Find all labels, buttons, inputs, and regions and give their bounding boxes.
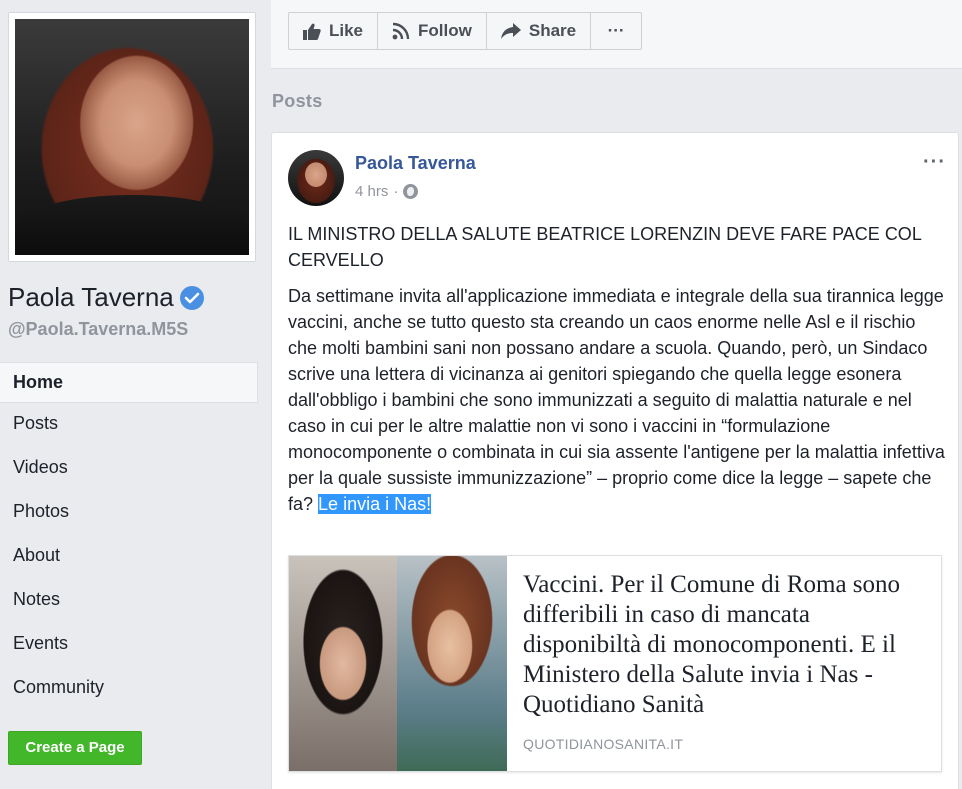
posts-heading: Posts	[272, 91, 323, 111]
nav-item-photos[interactable]: Photos	[0, 491, 258, 535]
post-author-link[interactable]: Paola Taverna	[355, 153, 476, 174]
post-text: Da settimane invita all'applicazione imm…	[288, 286, 945, 514]
profile-picture[interactable]	[8, 12, 256, 262]
post-headline: IL MINISTRO DELLA SALUTE BEATRICE LORENZ…	[288, 224, 922, 270]
follow-label: Follow	[418, 21, 472, 40]
post-options-button[interactable]: ···	[923, 151, 946, 174]
create-page-button[interactable]: Create a Page	[8, 731, 142, 765]
link-preview-image	[289, 556, 507, 771]
action-card: Like Follow Share ···	[271, 0, 962, 69]
follow-button[interactable]: Follow	[378, 13, 487, 49]
share-arrow-icon	[500, 23, 521, 39]
author-avatar[interactable]	[288, 150, 344, 206]
left-column: Paola Taverna @Paola.Taverna.M5S Home Po…	[0, 0, 270, 789]
post-selected-text: Le invia i Nas!	[318, 494, 432, 514]
verified-badge-icon	[179, 285, 204, 310]
link-preview-card[interactable]: Vaccini. Per il Comune di Roma sono diff…	[288, 555, 942, 772]
rss-icon	[392, 22, 410, 40]
page-nav: Home Posts Videos Photos About Notes Eve…	[0, 362, 258, 711]
nav-item-community[interactable]: Community	[0, 667, 258, 711]
post-card: Paola Taverna 4 hrs · ··· IL MINISTRO DE…	[271, 132, 959, 789]
nav-item-home[interactable]: Home	[0, 362, 258, 403]
post-timestamp[interactable]: 4 hrs	[355, 183, 388, 200]
link-domain: QUOTIDIANOSANITA.IT	[523, 736, 684, 752]
nav-item-posts[interactable]: Posts	[0, 403, 258, 447]
nav-item-events[interactable]: Events	[0, 623, 258, 667]
action-bar: Like Follow Share ···	[288, 12, 643, 50]
post-body: IL MINISTRO DELLA SALUTE BEATRICE LORENZ…	[288, 221, 948, 517]
nav-item-about[interactable]: About	[0, 535, 258, 579]
more-options-button[interactable]: ···	[591, 13, 641, 49]
thumbs-up-icon	[303, 23, 321, 40]
globe-icon[interactable]	[403, 184, 419, 199]
link-title: Vaccini. Per il Comune di Roma sono diff…	[523, 571, 901, 718]
meta-separator: ·	[393, 183, 399, 200]
nav-item-videos[interactable]: Videos	[0, 447, 258, 491]
share-label: Share	[528, 21, 577, 40]
page-name[interactable]: Paola Taverna	[8, 282, 204, 313]
nav-item-notes[interactable]: Notes	[0, 579, 258, 623]
post-meta: 4 hrs ·	[355, 183, 419, 200]
page-name-text: Paola Taverna	[8, 282, 174, 312]
page-handle[interactable]: @Paola.Taverna.M5S	[8, 319, 188, 340]
like-button[interactable]: Like	[289, 13, 379, 49]
share-button[interactable]: Share	[487, 13, 592, 49]
link-preview-text: Vaccini. Per il Comune di Roma sono diff…	[507, 556, 941, 771]
profile-photo	[15, 19, 249, 255]
post-paragraph: Da settimane invita all'applicazione imm…	[288, 283, 948, 517]
like-label: Like	[329, 21, 364, 40]
